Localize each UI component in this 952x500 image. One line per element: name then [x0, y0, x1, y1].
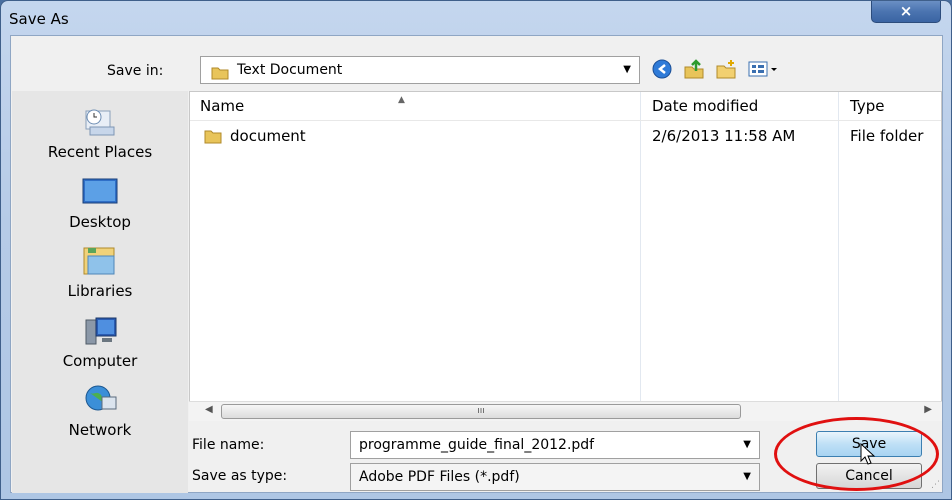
save-as-type-value: Adobe PDF Files (*.pdf) — [359, 469, 520, 485]
chevron-down-icon: ▼ — [743, 471, 751, 482]
column-divider[interactable] — [838, 92, 839, 420]
recent-places-icon — [80, 105, 120, 139]
dialog-body: Save in: Text Document ▼ Recent Places D… — [10, 35, 943, 493]
place-label: Network — [68, 421, 132, 439]
file-name-cell: document — [230, 127, 306, 145]
type-cell: File folder — [850, 127, 924, 145]
column-header-type[interactable]: Type — [840, 92, 940, 120]
place-desktop[interactable]: Desktop — [12, 175, 188, 231]
table-row[interactable]: document — [204, 124, 634, 148]
window-title: Save As — [9, 10, 69, 28]
new-folder-icon[interactable] — [715, 58, 737, 80]
column-divider[interactable] — [640, 92, 641, 420]
place-libraries[interactable]: Libraries — [12, 244, 188, 300]
scroll-thumb[interactable]: ııı — [221, 404, 741, 419]
column-header-date-modified[interactable]: Date modified — [642, 92, 837, 120]
header-divider — [190, 120, 941, 121]
close-button[interactable]: × — [871, 1, 941, 23]
mouse-cursor-icon — [860, 442, 876, 469]
scroll-right-icon[interactable]: ▶ — [924, 404, 932, 415]
close-icon: × — [899, 2, 913, 20]
save-as-window: Save As × Save in: Text Document ▼ Recen… — [0, 0, 952, 500]
place-label: Libraries — [67, 282, 133, 300]
scroll-left-icon[interactable]: ◀ — [205, 404, 213, 415]
folder-icon — [204, 127, 222, 151]
network-icon — [80, 383, 120, 417]
save-as-type-label: Save as type: — [192, 468, 288, 484]
place-network[interactable]: Network — [12, 383, 188, 439]
place-label: Desktop — [69, 213, 131, 231]
place-label: Recent Places — [47, 143, 153, 161]
up-folder-icon[interactable] — [683, 58, 705, 80]
place-computer[interactable]: Computer — [12, 314, 188, 370]
date-modified-cell: 2/6/2013 11:58 AM — [652, 127, 796, 145]
save-as-type-dropdown[interactable]: Adobe PDF Files (*.pdf) ▼ — [350, 463, 760, 491]
chevron-down-icon: ▼ — [623, 64, 631, 75]
title-bar[interactable]: Save As × — [1, 1, 951, 35]
libraries-icon — [80, 244, 120, 278]
chevron-down-icon[interactable]: ▼ — [743, 432, 751, 458]
back-icon[interactable] — [651, 58, 673, 80]
file-name-label: File name: — [192, 437, 265, 453]
sort-ascending-icon: ▲ — [398, 95, 405, 105]
desktop-icon — [80, 175, 120, 209]
place-label: Computer — [62, 352, 138, 370]
save-in-dropdown[interactable]: Text Document ▼ — [200, 56, 640, 84]
save-in-value: Text Document — [237, 62, 343, 78]
computer-icon — [80, 314, 120, 348]
highlight-annotation — [774, 417, 939, 491]
file-name-value: programme_guide_final_2012.pdf — [359, 437, 595, 453]
views-menu-icon[interactable] — [747, 58, 781, 80]
folder-icon — [211, 63, 229, 89]
file-list[interactable]: Name ▲ Date modified Type document 2/6/2… — [189, 91, 942, 421]
places-bar: Recent Places Desktop Libraries Computer — [12, 91, 188, 493]
file-name-input[interactable]: programme_guide_final_2012.pdf ▼ — [350, 431, 760, 459]
save-in-label: Save in: — [107, 63, 164, 79]
column-header-name[interactable]: Name ▲ — [190, 92, 640, 120]
place-recent-places[interactable]: Recent Places — [12, 105, 188, 161]
resize-grip-icon[interactable]: ⋰ — [931, 480, 940, 490]
